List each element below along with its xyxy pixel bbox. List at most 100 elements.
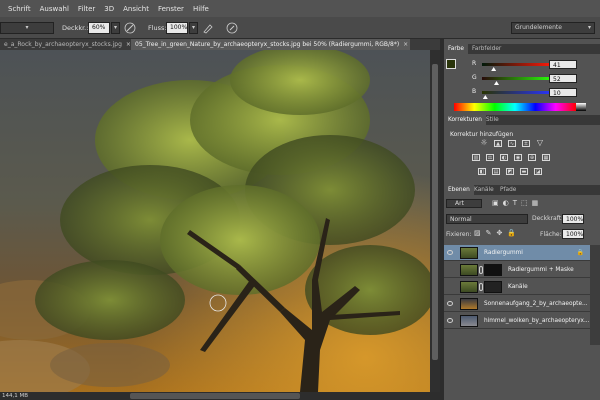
lock-label: Fixieren: bbox=[446, 231, 472, 238]
channel-b-field[interactable]: 10 bbox=[549, 88, 577, 97]
grayscale-ramp[interactable] bbox=[576, 103, 586, 111]
blend-mode-label: Normal bbox=[450, 216, 472, 223]
levels-icon[interactable]: ▲ bbox=[494, 140, 502, 147]
flow-dropdown[interactable]: ▾ bbox=[189, 22, 198, 34]
flow-field[interactable]: 100% bbox=[166, 22, 188, 34]
layer-row[interactable]: Radiergummi 🔒 bbox=[444, 245, 590, 261]
blend-mode-dropdown[interactable]: Normal bbox=[446, 214, 528, 224]
black-white-icon[interactable]: ◐ bbox=[500, 154, 508, 161]
opacity-field[interactable]: 60% bbox=[88, 22, 110, 34]
tab-farbfelder[interactable]: Farbfelder bbox=[468, 44, 505, 54]
scroll-thumb[interactable] bbox=[432, 64, 438, 360]
vertical-scrollbar[interactable] bbox=[430, 50, 440, 392]
color-lookup-icon[interactable]: ▦ bbox=[542, 154, 550, 161]
channel-b-slider[interactable] bbox=[482, 91, 552, 94]
color-balance-icon[interactable]: ⚖ bbox=[486, 154, 494, 161]
tab-kanaele[interactable]: Kanäle bbox=[470, 185, 498, 195]
menu-hilfe[interactable]: Hilfe bbox=[193, 5, 209, 13]
lock-icons[interactable]: ▨✎✥🔒 bbox=[474, 229, 521, 237]
image-canvas[interactable] bbox=[0, 50, 430, 392]
channel-g-slider[interactable] bbox=[482, 77, 552, 80]
close-icon[interactable]: × bbox=[403, 41, 408, 48]
tree-photo bbox=[0, 50, 430, 392]
layers-panel-tabs: Ebenen Kanäle Pfade bbox=[444, 185, 600, 195]
channel-g-field[interactable]: 52 bbox=[549, 74, 577, 83]
tab-stile[interactable]: Stile bbox=[482, 115, 503, 125]
exposure-icon[interactable]: ± bbox=[522, 140, 530, 147]
menu-fenster[interactable]: Fenster bbox=[158, 5, 184, 13]
layer-name[interactable]: Radiergummi bbox=[484, 245, 523, 261]
menu-filter[interactable]: Filter bbox=[78, 5, 95, 13]
tab-label: 05_Tree_in_green_Nature_by_archaeopteryx… bbox=[135, 41, 400, 48]
layer-filter-dropdown[interactable]: Art bbox=[446, 199, 482, 208]
close-icon[interactable]: × bbox=[126, 41, 130, 48]
hue-saturation-icon[interactable]: ▥ bbox=[472, 154, 480, 161]
layer-thumbnail bbox=[460, 247, 478, 259]
opacity-dropdown[interactable]: ▾ bbox=[111, 22, 120, 34]
tab-pfade[interactable]: Pfade bbox=[496, 185, 520, 195]
gradient-map-icon[interactable]: ▬ bbox=[520, 168, 528, 175]
fill-field[interactable]: 100% bbox=[562, 229, 584, 239]
foreground-color-swatch[interactable] bbox=[446, 59, 456, 69]
layer-name[interactable]: Radiergummi + Maske bbox=[508, 262, 574, 278]
curves-icon[interactable]: ∿ bbox=[508, 140, 516, 147]
adjust-panel-title: Korrektur hinzufügen bbox=[450, 131, 514, 138]
channel-r-slider[interactable] bbox=[482, 63, 552, 66]
vibrance-icon[interactable]: ▽ bbox=[536, 139, 544, 147]
layer-row[interactable]: Radiergummi + Maske bbox=[444, 262, 590, 278]
airbrush-icon[interactable] bbox=[202, 22, 214, 34]
layer-list-scrollbar[interactable] bbox=[590, 245, 600, 345]
channel-r-field[interactable]: 41 bbox=[549, 60, 577, 69]
brightness-icon[interactable]: ☼ bbox=[480, 139, 488, 147]
visibility-eye-icon[interactable] bbox=[447, 250, 453, 255]
layer-thumbnail bbox=[460, 281, 478, 293]
tab-tree-document[interactable]: 05_Tree_in_green_Nature_by_archaeopteryx… bbox=[131, 39, 410, 50]
channel-b-label: B bbox=[472, 88, 477, 95]
layer-thumbnail bbox=[460, 298, 478, 310]
layer-thumbnail bbox=[460, 315, 478, 327]
photo-filter-icon[interactable]: ◉ bbox=[514, 154, 522, 161]
layer-list: Radiergummi 🔒 Radiergummi + Maske Kanäle… bbox=[444, 245, 590, 345]
link-chain-icon[interactable] bbox=[479, 266, 483, 274]
tab-rock-document[interactable]: e_a_Rock_by_archaeopteryx_stocks.jpg × bbox=[0, 39, 130, 50]
adjust-panel-tabs: Korrekturen Stile bbox=[444, 115, 600, 125]
pressure-opacity-icon[interactable] bbox=[124, 22, 136, 34]
layer-opacity-field[interactable]: 100% bbox=[562, 214, 584, 224]
posterize-icon[interactable]: ▤ bbox=[492, 168, 500, 175]
threshold-icon[interactable]: ◩ bbox=[506, 168, 514, 175]
workspace-label: Grundelemente bbox=[515, 24, 562, 31]
layer-name[interactable]: Kanäle bbox=[508, 279, 528, 295]
horizontal-scrollbar[interactable] bbox=[130, 393, 300, 399]
mode-dropdown[interactable]: ▾ bbox=[0, 22, 54, 34]
menu-3d[interactable]: 3D bbox=[104, 5, 114, 13]
menu-schrift[interactable]: Schrift bbox=[8, 5, 31, 13]
invert-icon[interactable]: ◧ bbox=[478, 168, 486, 175]
link-chain-icon[interactable] bbox=[479, 283, 483, 291]
channel-g-thumb[interactable] bbox=[494, 81, 499, 85]
layer-name[interactable]: himmel_wolken_by_archaeopteryx... bbox=[484, 313, 589, 329]
channel-b-thumb[interactable] bbox=[482, 95, 488, 99]
layer-name[interactable]: Sonnenaufgang_2_by_archaeopte... bbox=[484, 296, 588, 312]
visibility-eye-icon[interactable] bbox=[447, 301, 453, 306]
options-bar: ▾ Deckkr.: 60% ▾ Fluss: 100% ▾ Grundelem… bbox=[0, 17, 600, 39]
visibility-eye-icon[interactable] bbox=[447, 318, 453, 323]
layer-row[interactable]: himmel_wolken_by_archaeopteryx... bbox=[444, 313, 590, 329]
history-brush-icon[interactable] bbox=[226, 22, 238, 34]
layer-mask-thumbnail[interactable] bbox=[484, 264, 502, 276]
menu-auswahl[interactable]: Auswahl bbox=[40, 5, 69, 13]
menu-ansicht[interactable]: Ansicht bbox=[123, 5, 149, 13]
selective-color-icon[interactable]: ◪ bbox=[534, 168, 542, 175]
flow-label: Fluss: bbox=[148, 24, 167, 32]
layer-row[interactable]: Kanäle bbox=[444, 279, 590, 295]
color-spectrum[interactable] bbox=[454, 103, 576, 111]
channel-mixer-icon[interactable]: ⊕ bbox=[528, 154, 536, 161]
layer-mask-thumbnail[interactable] bbox=[484, 281, 502, 293]
tab-korrekturen[interactable]: Korrekturen bbox=[444, 115, 486, 125]
tab-farbe[interactable]: Farbe bbox=[444, 44, 468, 54]
workspace-dropdown[interactable]: Grundelemente ▾ bbox=[511, 22, 595, 34]
color-panel-tabs: Farbe Farbfelder bbox=[444, 44, 600, 54]
layer-filter-icons[interactable]: ▣◐T⬚▦ bbox=[492, 199, 542, 207]
layer-opacity-label: Deckkraft: bbox=[532, 215, 564, 222]
channel-r-thumb[interactable] bbox=[491, 67, 497, 71]
layer-row[interactable]: Sonnenaufgang_2_by_archaeopte... bbox=[444, 296, 590, 312]
